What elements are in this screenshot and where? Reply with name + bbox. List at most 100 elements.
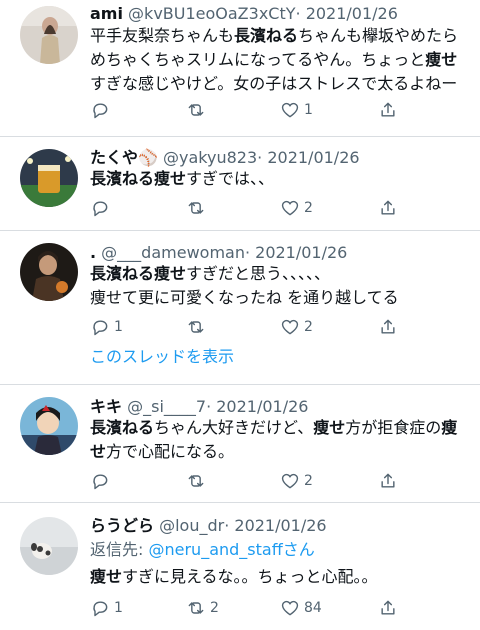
like-count: 1 [304, 102, 313, 118]
text-segment: すぎに見えるな。。ちょっと心配。。 [122, 567, 378, 586]
share-button[interactable] [378, 597, 398, 619]
author-name[interactable]: たくや⚾ [90, 148, 158, 167]
tweet-actions: 1 2 [90, 316, 420, 338]
reply-icon [93, 103, 108, 119]
share-button[interactable] [378, 99, 398, 121]
text-segment: 方が拒食症の [345, 418, 442, 437]
tweet-header: らうどら @lou_dr· 2021/01/26 [90, 516, 327, 536]
reply-icon [93, 601, 108, 617]
tweet-header: . @___damewoman· 2021/01/26 [90, 243, 347, 263]
retweet-button[interactable]: 2 [186, 597, 219, 619]
like-count: 2 [304, 319, 313, 335]
text-segment: すぎだと思う、、、、、 [186, 264, 331, 283]
tweet-date[interactable]: · 2021/01/26 [296, 4, 398, 23]
text-segment: ちゃんも欅坂やめたら [298, 26, 459, 45]
like-button[interactable]: 1 [280, 99, 313, 121]
author-name[interactable]: キキ [90, 397, 122, 416]
retweet-icon [188, 602, 204, 614]
tweet-5[interactable]: らうどら @lou_dr· 2021/01/26 返信先: @neru_and_… [0, 503, 480, 630]
like-button[interactable]: 2 [280, 197, 313, 219]
tweet-1[interactable]: ami @kvBU1eoOaZ3xCtY· 2021/01/26 平手友梨奈ちゃ… [0, 0, 480, 135]
reply-button[interactable] [90, 197, 114, 219]
reply-to-handle[interactable]: @neru_and_staff [148, 540, 282, 559]
tweet-date[interactable]: · 2021/01/26 [206, 397, 308, 416]
reply-to-label: 返信先: [90, 540, 149, 559]
tweet-text: 長濱ねるちゃん大好きだけど、痩せ方が拒食症の痩 せ方で心配になる。 [90, 416, 470, 464]
share-icon [381, 600, 395, 615]
share-button[interactable] [378, 470, 398, 492]
tweet-header: キキ @_si____7· 2021/01/26 [90, 397, 308, 417]
text-segment: すぎでは、、 [186, 169, 275, 188]
retweet-icon [188, 321, 204, 333]
highlighted-text: 長濱ねる [90, 418, 155, 437]
author-handle[interactable]: @___damewoman [101, 243, 245, 262]
tweet-date[interactable]: · 2021/01/26 [257, 148, 359, 167]
avatar[interactable] [20, 149, 78, 207]
tweet-text-line: 長濱ねる痩せすぎだと思う、、、、、 [90, 262, 470, 286]
reply-button[interactable]: 1 [90, 316, 123, 338]
author-name[interactable]: . [90, 243, 96, 262]
reply-count: 1 [114, 319, 123, 335]
highlighted-text: 痩せ [313, 418, 346, 437]
avatar[interactable] [20, 243, 78, 301]
share-button[interactable] [378, 316, 398, 338]
retweet-icon [188, 202, 204, 214]
tweet-4[interactable]: キキ @_si____7· 2021/01/26 長濱ねるちゃん大好きだけど、痩… [0, 385, 480, 502]
like-button[interactable]: 2 [280, 316, 313, 338]
retweet-button[interactable] [186, 99, 210, 121]
share-button[interactable] [378, 197, 398, 219]
retweet-icon [188, 104, 204, 116]
avatar[interactable] [20, 397, 78, 455]
tweet-header: たくや⚾ @yakyu823· 2021/01/26 [90, 148, 360, 168]
tweet-date[interactable]: · 2021/01/26 [245, 243, 347, 262]
retweet-icon [188, 475, 204, 487]
author-handle[interactable]: @_si____7 [127, 397, 206, 416]
avatar[interactable] [20, 517, 78, 575]
like-count: 2 [304, 473, 313, 489]
tweet-3[interactable]: . @___damewoman· 2021/01/26 長濱ねる痩せすぎだと思う… [0, 231, 480, 383]
retweet-button[interactable] [186, 470, 210, 492]
heart-icon [281, 319, 299, 335]
tweet-text: 長濱ねる痩せすぎだと思う、、、、、 痩せて更に可愛くなったね を通り越してる [90, 262, 470, 310]
reply-button[interactable] [90, 99, 114, 121]
tweet-date[interactable]: · 2021/01/26 [224, 516, 326, 535]
tweet-text-line: 長濱ねるちゃん大好きだけど、痩せ方が拒食症の痩 [90, 416, 470, 440]
author-handle[interactable]: @lou_dr [159, 516, 224, 535]
like-count: 84 [304, 600, 322, 616]
reply-to: 返信先: @neru_and_staffさん [90, 540, 315, 560]
highlighted-text: 長濱ねる痩せ [90, 169, 187, 188]
tweet-text-line: 痩せて更に可愛くなったね を通り越してる [90, 286, 470, 310]
highlighted-text: 長濱ねる痩せ [90, 264, 187, 283]
tweet-actions: 2 [90, 470, 420, 492]
author-handle[interactable]: @kvBU1eoOaZ3xCtY [128, 4, 295, 23]
retweet-button[interactable] [186, 197, 210, 219]
reply-button[interactable] [90, 470, 114, 492]
tweet-text-line: めちゃくちゃスリムになってるやん。ちょっと痩せ [90, 48, 470, 72]
tweet-text-line: せ方で心配になる。 [90, 440, 470, 464]
show-thread-link[interactable]: このスレッドを表示 [90, 347, 234, 367]
avatar[interactable] [20, 6, 78, 64]
text-segment: めちゃくちゃスリムになってるやん。ちょっと [90, 50, 426, 69]
reply-button[interactable]: 1 [90, 597, 123, 619]
tweet-header: ami @kvBU1eoOaZ3xCtY· 2021/01/26 [90, 4, 398, 24]
tweet-actions: 1 2 84 [90, 597, 420, 619]
retweet-button[interactable] [186, 316, 210, 338]
reply-icon [93, 474, 108, 490]
reply-icon [93, 320, 108, 336]
like-button[interactable]: 84 [280, 597, 322, 619]
highlighted-text: せ [90, 442, 107, 461]
tweet-text: 長濱ねる痩せすぎでは、、 [90, 167, 470, 191]
heart-icon [281, 473, 299, 489]
author-name[interactable]: らうどら [90, 516, 154, 535]
reply-icon [93, 201, 108, 217]
author-name[interactable]: ami [90, 4, 123, 23]
like-button[interactable]: 2 [280, 470, 313, 492]
highlighted-text: 痩 [441, 418, 458, 437]
author-handle[interactable]: @yakyu823 [163, 148, 257, 167]
heart-icon [281, 600, 299, 616]
text-segment: 方で心配になる。 [106, 442, 235, 461]
tweet-actions: 2 [90, 197, 420, 219]
retweet-count: 2 [210, 600, 219, 616]
tweet-text: 痩せすぎに見えるな。。ちょっと心配。。 [90, 565, 470, 589]
tweet-2[interactable]: たくや⚾ @yakyu823· 2021/01/26 長濱ねる痩せすぎでは、、 … [0, 137, 480, 229]
